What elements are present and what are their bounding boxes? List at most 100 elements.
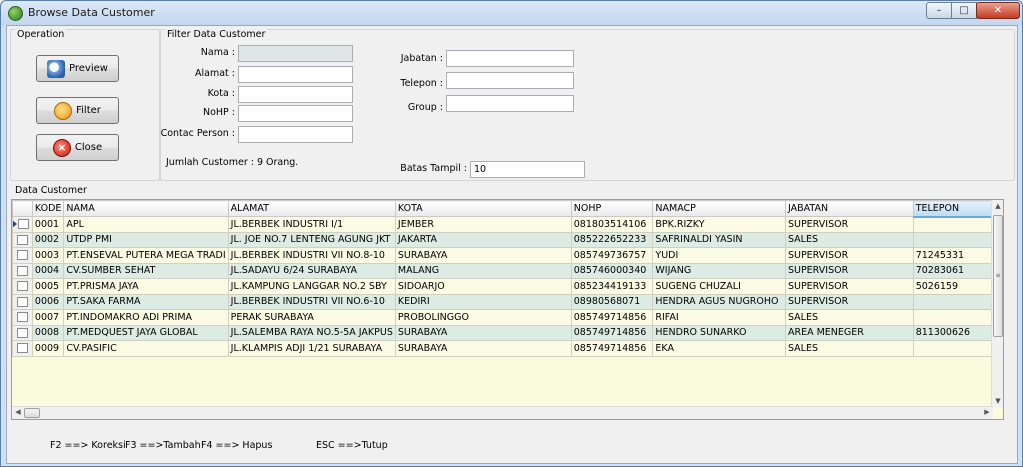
row-checkbox[interactable]: [16, 250, 28, 261]
row-indicator[interactable]: [12, 278, 33, 295]
cell-nama[interactable]: UTDP PMI: [63, 231, 229, 248]
header-telepon[interactable]: TELEPON: [912, 200, 1003, 218]
cell-nama[interactable]: PT.MEDQUEST JAYA GLOBAL: [63, 324, 229, 341]
cell-telepon[interactable]: 71245331: [912, 247, 1003, 264]
cell-telepon[interactable]: 811300626: [912, 324, 1003, 341]
cell-alamat[interactable]: JL.KAMPUNG LANGGAR NO.2 SBY: [227, 278, 396, 295]
maximize-button[interactable]: □: [951, 2, 977, 19]
row-indicator[interactable]: [12, 231, 33, 248]
cell-namacp[interactable]: SUGENG CHUZALI: [652, 278, 786, 295]
cell-namacp[interactable]: BPK.RIZKY: [652, 216, 786, 233]
cell-nama[interactable]: CV.SUMBER SEHAT: [63, 262, 229, 279]
preview-button[interactable]: Preview: [36, 55, 119, 82]
cell-nohp[interactable]: 085222652233: [570, 231, 654, 248]
row-indicator[interactable]: [12, 324, 33, 341]
horizontal-scroll-thumb[interactable]: [24, 408, 40, 418]
table-row[interactable]: 0008 PT.MEDQUEST JAYA GLOBAL JL.SALEMBA …: [12, 324, 1003, 341]
row-indicator[interactable]: [12, 309, 33, 326]
header-kota[interactable]: KOTA: [394, 200, 572, 217]
scroll-down-arrow-icon[interactable]: ▼: [992, 397, 1003, 405]
cell-alamat[interactable]: JL.SALEMBA RAYA NO.5-5A JAKPUS: [227, 324, 396, 341]
header-kode[interactable]: KODE: [31, 200, 65, 217]
table-row[interactable]: 0009 CV.PASIFIC JL.KLAMPIS ADJI 1/21 SUR…: [12, 340, 1003, 357]
cell-kode[interactable]: 0001: [31, 216, 65, 233]
minimize-button[interactable]: –: [926, 2, 952, 19]
row-indicator[interactable]: [12, 340, 33, 357]
cell-jabatan[interactable]: SUPERVISOR: [784, 247, 914, 264]
cell-alamat[interactable]: JL. JOE NO.7 LENTENG AGUNG JKT: [227, 231, 396, 248]
cell-nohp[interactable]: 085749714856: [570, 340, 654, 357]
customer-grid[interactable]: KODE NAMA ALAMAT KOTA NOHP NAMACP JABATA…: [11, 199, 1004, 420]
cell-kode[interactable]: 0005: [31, 278, 65, 295]
vertical-scroll-thumb[interactable]: ≡: [993, 215, 1003, 337]
cell-kode[interactable]: 0006: [31, 293, 65, 310]
cell-kode[interactable]: 0008: [31, 324, 65, 341]
cell-jabatan[interactable]: SALES: [784, 309, 914, 326]
cell-kode[interactable]: 0009: [31, 340, 65, 357]
cell-kota[interactable]: SURABAYA: [394, 324, 572, 341]
cell-jabatan[interactable]: SUPERVISOR: [784, 278, 914, 295]
batas-tampil-input[interactable]: [470, 161, 585, 178]
cell-kota[interactable]: SIDOARJO: [394, 278, 572, 295]
cell-alamat[interactable]: PERAK SURABAYA: [227, 309, 396, 326]
row-checkbox[interactable]: [16, 327, 28, 338]
cell-namacp[interactable]: HENDRO SUNARKO: [652, 324, 786, 341]
cell-kota[interactable]: MALANG: [394, 262, 572, 279]
row-checkbox[interactable]: [16, 281, 28, 292]
row-indicator[interactable]: [12, 293, 33, 310]
cell-nama[interactable]: PT.SAKA FARMA: [63, 293, 229, 310]
cell-nama[interactable]: PT.ENSEVAL PUTERA MEGA TRADI: [63, 247, 229, 264]
vertical-scrollbar[interactable]: ▲ ≡ ▼: [991, 200, 1003, 407]
nama-input[interactable]: [238, 45, 353, 62]
cell-namacp[interactable]: YUDI: [652, 247, 786, 264]
cell-jabatan[interactable]: SALES: [784, 340, 914, 357]
group-input[interactable]: [446, 95, 574, 112]
cell-nohp[interactable]: 081803514106: [570, 216, 654, 233]
header-alamat[interactable]: ALAMAT: [227, 200, 396, 217]
close-window-button[interactable]: ✕: [976, 2, 1020, 19]
cell-kode[interactable]: 0004: [31, 262, 65, 279]
header-jabatan[interactable]: JABATAN: [784, 200, 914, 217]
header-nohp[interactable]: NOHP: [570, 200, 654, 217]
row-checkbox[interactable]: [16, 234, 28, 245]
table-row[interactable]: 0006 PT.SAKA FARMA JL.BERBEK INDUSTRI VI…: [12, 293, 1003, 310]
cell-nama[interactable]: CV.PASIFIC: [63, 340, 229, 357]
row-indicator[interactable]: [12, 262, 33, 279]
cell-namacp[interactable]: RIFAI: [652, 309, 786, 326]
row-checkbox[interactable]: [16, 343, 28, 354]
cell-telepon[interactable]: 70283061: [912, 262, 1003, 279]
cell-kode[interactable]: 0003: [31, 247, 65, 264]
contact-person-input[interactable]: [238, 126, 353, 143]
filter-button[interactable]: Filter: [36, 97, 119, 124]
kota-input[interactable]: [238, 86, 353, 103]
cell-nama[interactable]: PT.PRISMA JAYA: [63, 278, 229, 295]
cell-telepon[interactable]: [912, 340, 1003, 357]
cell-namacp[interactable]: HENDRA AGUS NUGROHO: [652, 293, 786, 310]
table-row[interactable]: 0004 CV.SUMBER SEHAT JL.SADAYU 6/24 SURA…: [12, 262, 1003, 279]
row-indicator[interactable]: [12, 247, 33, 264]
cell-alamat[interactable]: JL.BERBEK INDUSTRI I/1: [227, 216, 396, 233]
alamat-input[interactable]: [238, 66, 353, 83]
header-namacp[interactable]: NAMACP: [652, 200, 786, 217]
cell-telepon[interactable]: [912, 231, 1003, 248]
cell-kota[interactable]: PROBOLINGGO: [394, 309, 572, 326]
cell-nama[interactable]: PT.INDOMAKRO ADI PRIMA: [63, 309, 229, 326]
row-checkbox[interactable]: [16, 296, 28, 307]
cell-namacp[interactable]: EKA: [652, 340, 786, 357]
header-nama[interactable]: NAMA: [63, 200, 229, 217]
row-checkbox[interactable]: [16, 312, 28, 323]
cell-alamat[interactable]: JL.KLAMPIS ADJI 1/21 SURABAYA: [227, 340, 396, 357]
cell-telepon[interactable]: [912, 293, 1003, 310]
jabatan-input[interactable]: [446, 50, 574, 67]
cell-kota[interactable]: JEMBER: [394, 216, 572, 233]
cell-namacp[interactable]: WIJANG: [652, 262, 786, 279]
table-row[interactable]: 0005 PT.PRISMA JAYA JL.KAMPUNG LANGGAR N…: [12, 278, 1003, 295]
table-row[interactable]: 0003 PT.ENSEVAL PUTERA MEGA TRADI JL.BER…: [12, 247, 1003, 264]
row-checkbox[interactable]: [18, 219, 30, 230]
telepon-input[interactable]: [446, 72, 574, 89]
cell-jabatan[interactable]: AREA MENEGER: [784, 324, 914, 341]
cell-alamat[interactable]: JL.SADAYU 6/24 SURABAYA: [227, 262, 396, 279]
cell-nohp[interactable]: 085749736757: [570, 247, 654, 264]
table-row[interactable]: 0001 APL JL.BERBEK INDUSTRI I/1 JEMBER 0…: [12, 216, 1003, 233]
cell-telepon[interactable]: [912, 309, 1003, 326]
